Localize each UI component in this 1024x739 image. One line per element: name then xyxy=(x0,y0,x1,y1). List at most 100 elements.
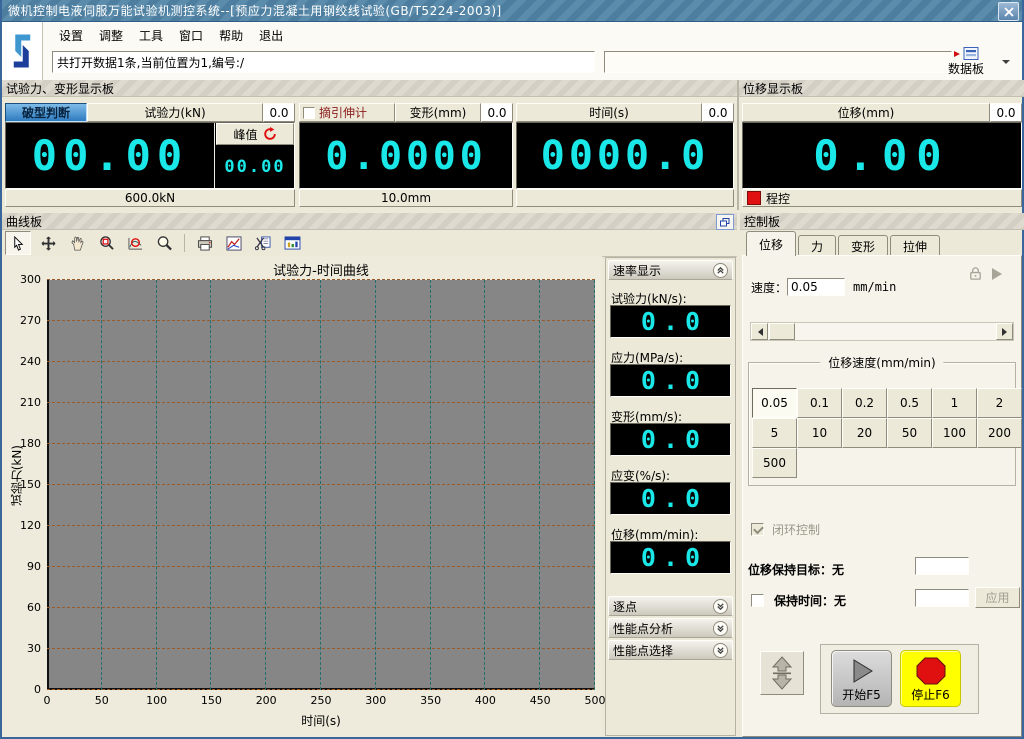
time-aux-value: 0.0 xyxy=(702,103,734,122)
expand-down-button-1[interactable] xyxy=(713,621,728,636)
zoom-box-tool[interactable] xyxy=(94,232,118,254)
menu-item-4[interactable]: 窗口 xyxy=(172,25,210,46)
tab-变形[interactable]: 变形 xyxy=(838,235,888,256)
curve-style-icon xyxy=(226,236,242,251)
extensometer-checkbox[interactable] xyxy=(303,107,315,119)
time-channel-button[interactable]: 时间(s) xyxy=(516,103,702,122)
plot-region[interactable] xyxy=(47,280,595,690)
section-逐点[interactable]: 逐点 xyxy=(608,596,733,616)
peak-reset-icon[interactable] xyxy=(263,127,277,141)
hold-target-input[interactable] xyxy=(915,557,969,575)
toolbar-field-secondary xyxy=(604,51,952,73)
magnifier-tool[interactable] xyxy=(152,232,176,254)
scrollbar-left-button[interactable] xyxy=(751,323,768,340)
section-性能点分析[interactable]: 性能点分析 xyxy=(608,618,733,638)
speed-option-0.2[interactable]: 0.2 xyxy=(842,388,887,418)
title-bar: 微机控制电液伺服万能试验机测控系统--[预应力混凝土用钢绞线试验(GB/T522… xyxy=(2,0,1022,22)
crosshair-tool[interactable] xyxy=(36,232,60,254)
deform-range-label: 10.0mm xyxy=(299,189,513,207)
speed-option-0.1[interactable]: 0.1 xyxy=(797,388,842,418)
deform-aux-value: 0.0 xyxy=(481,103,513,122)
zoom-curve-tool[interactable] xyxy=(123,232,147,254)
databoard-dropdown-icon[interactable] xyxy=(1002,60,1010,68)
curve-style-tool[interactable] xyxy=(222,232,246,254)
tab-力[interactable]: 力 xyxy=(798,235,836,256)
speed-option-20[interactable]: 20 xyxy=(842,418,887,448)
apply-button[interactable]: 应用 xyxy=(975,587,1020,608)
peak-button[interactable]: 峰值 xyxy=(216,123,294,145)
y-tick-label-300: 300 xyxy=(11,273,41,286)
control-panel-title: 控制板 xyxy=(744,213,780,230)
expand-down-button-2[interactable] xyxy=(713,643,728,658)
close-button[interactable] xyxy=(998,2,1019,21)
deform-channel-button[interactable]: 变形(mm) xyxy=(395,103,481,122)
rate-display-0: 0.0 xyxy=(610,305,731,338)
menu-item-5[interactable]: 帮助 xyxy=(212,25,250,46)
y-tick-label-150: 150 xyxy=(11,478,41,491)
x-tick-label-150: 150 xyxy=(196,694,226,707)
force-channel-button[interactable]: 试验力(kN) xyxy=(87,103,263,122)
speed-option-10[interactable]: 10 xyxy=(797,418,842,448)
pan-hand-tool[interactable] xyxy=(65,232,89,254)
time-display-header: 时间(s) 0.0 xyxy=(516,103,734,122)
collapse-up-button[interactable] xyxy=(713,263,728,278)
speed-option-50[interactable]: 50 xyxy=(887,418,932,448)
play-icon xyxy=(849,658,875,684)
section-性能点选择[interactable]: 性能点选择 xyxy=(608,640,733,660)
menu-item-2[interactable]: 调整 xyxy=(92,25,130,46)
display-panel-header: 试验力、变形显示板 xyxy=(2,80,737,97)
force-display-group: 破型判断 试验力(kN) 0.0 00.00 峰值 00.00 600.0kN xyxy=(5,103,295,207)
curve-restore-button[interactable] xyxy=(716,214,734,230)
run-button-group: 开始F5 停止F6 xyxy=(820,644,979,714)
menu-item-3[interactable]: 工具 xyxy=(132,25,170,46)
restore-icon xyxy=(720,218,730,227)
rate-value-2: 0.0 xyxy=(611,424,730,455)
control-panel-header: 控制板 xyxy=(740,213,1024,230)
force-aux-value: 0.0 xyxy=(263,103,295,122)
control-panel: 控制板 位移力变形拉伸 速度： mm/min xyxy=(740,213,1024,739)
hold-time-checkbox[interactable] xyxy=(751,594,764,607)
menu-toolbar-band: 设置调整工具窗口帮助退出 共打开数据1条,当前位置为1,编号:/ 数据板 xyxy=(2,22,1022,81)
scrollbar-thumb[interactable] xyxy=(769,323,795,340)
data-window-tool[interactable] xyxy=(280,232,304,254)
tab-拉伸[interactable]: 拉伸 xyxy=(890,235,940,256)
force-display-body: 00.00 峰值 00.00 xyxy=(5,122,295,189)
start-button-label: 开始F5 xyxy=(842,686,881,703)
copy-curve-tool[interactable] xyxy=(251,232,275,254)
deform-display-body: 0.0000 xyxy=(299,122,513,189)
x-tick-label-200: 200 xyxy=(251,694,281,707)
displacement-display-header: 位移(mm) 0.0 xyxy=(742,103,1022,122)
speed-option-0.5[interactable]: 0.5 xyxy=(887,388,932,418)
databoard-button[interactable]: 数据板 xyxy=(938,44,994,80)
extensometer-toggle[interactable]: 摘引伸计 xyxy=(299,103,395,122)
print-tool[interactable] xyxy=(193,232,217,254)
hold-time-input[interactable] xyxy=(915,589,969,607)
scrollbar-right-button[interactable] xyxy=(996,323,1013,340)
speed-input[interactable] xyxy=(787,278,845,296)
start-button[interactable]: 开始F5 xyxy=(831,650,892,707)
status-text: 共打开数据1条,当前位置为1,编号:/ xyxy=(57,54,244,71)
speed-option-0.05[interactable]: 0.05 xyxy=(752,388,797,418)
speed-option-200[interactable]: 200 xyxy=(977,418,1022,448)
speed-scrollbar[interactable] xyxy=(750,322,1014,341)
break-detect-button[interactable]: 破型判断 xyxy=(5,103,87,122)
menu-item-1[interactable]: 设置 xyxy=(52,25,90,46)
x-tick-label-300: 300 xyxy=(361,694,391,707)
expand-down-button-0[interactable] xyxy=(713,599,728,614)
speed-option-2[interactable]: 2 xyxy=(977,388,1022,418)
pointer-tool[interactable] xyxy=(5,231,31,255)
speed-option-1[interactable]: 1 xyxy=(932,388,977,418)
speed-option-5[interactable]: 5 xyxy=(752,418,797,448)
rate-panel-titlebar[interactable]: 速率显示 xyxy=(608,260,733,280)
closed-loop-checkbox[interactable] xyxy=(751,523,764,536)
hold-target-row: 位移保持目标：无 xyxy=(748,561,844,578)
zoom-box-icon xyxy=(99,236,114,251)
crosshead-updown-button[interactable] xyxy=(760,651,804,695)
menu-item-6[interactable]: 退出 xyxy=(252,25,290,46)
displacement-channel-button[interactable]: 位移(mm) xyxy=(742,103,990,122)
tab-位移[interactable]: 位移 xyxy=(746,231,796,256)
speed-option-100[interactable]: 100 xyxy=(932,418,977,448)
displacement-display-group: 位移(mm) 0.0 0.00 程控 xyxy=(742,103,1022,207)
speed-option-500[interactable]: 500 xyxy=(752,448,797,478)
stop-button[interactable]: 停止F6 xyxy=(900,650,961,707)
